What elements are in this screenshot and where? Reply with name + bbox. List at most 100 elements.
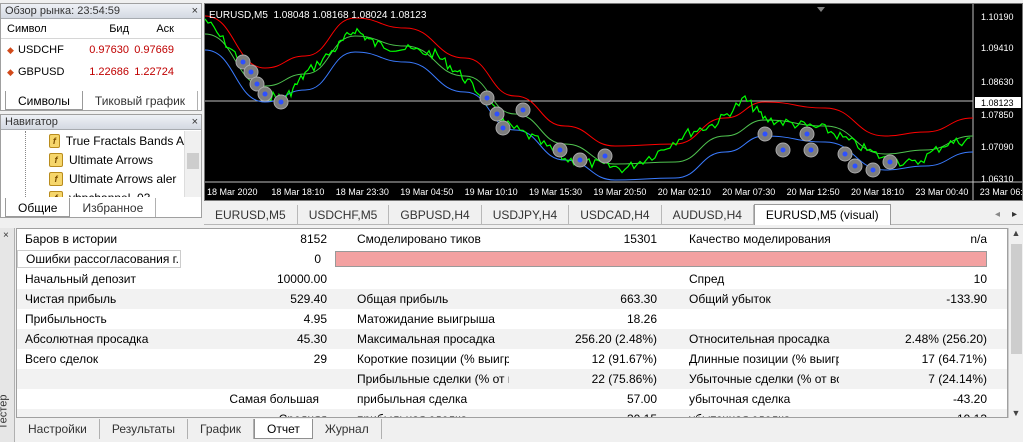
report-cell: 256.20 (2.48%) bbox=[574, 332, 657, 346]
report-cell: 22 (75.86%) bbox=[591, 372, 657, 386]
navigator-item[interactable]: f Ultimate Arrows aler bbox=[1, 169, 184, 188]
price-axis-label: 1.09410 bbox=[981, 43, 1014, 53]
report-scrollbar[interactable]: ▲ ▼ bbox=[1008, 228, 1023, 418]
tab-report[interactable]: Отчет bbox=[254, 419, 313, 439]
trade-marker-icon bbox=[572, 152, 588, 168]
chart-tab[interactable]: AUDUSD,H4 bbox=[662, 204, 754, 225]
chart-tab[interactable]: USDCHF,M5 bbox=[298, 204, 390, 225]
scroll-down-icon[interactable]: ▼ bbox=[1009, 408, 1023, 418]
navigator-item[interactable]: fvbpchannel_03 bbox=[1, 188, 184, 197]
time-axis-label: 20 Mar 07:30 bbox=[722, 187, 775, 197]
market-row[interactable]: ◆ GBPUSD 1.22686 1.22724 bbox=[1, 61, 201, 83]
report-cell: убыточная сделка bbox=[689, 392, 791, 406]
tab-results[interactable]: Результаты bbox=[100, 419, 189, 439]
time-axis-label: 20 Mar 18:10 bbox=[851, 187, 904, 197]
chart-tab[interactable]: GBPUSD,H4 bbox=[389, 204, 482, 225]
report-cell: Баров в истории bbox=[25, 232, 118, 246]
price-axis-label: 1.07090 bbox=[981, 142, 1014, 152]
scroll-thumb[interactable] bbox=[187, 153, 199, 169]
report-cell: n/a bbox=[970, 232, 987, 246]
col-bid[interactable]: Бид bbox=[81, 23, 129, 35]
report-cell: -19.13 bbox=[839, 412, 989, 417]
time-axis-label: 19 Mar 15:30 bbox=[529, 187, 582, 197]
trade-marker-icon bbox=[803, 142, 819, 158]
price-axis-label: 1.08630 bbox=[981, 77, 1014, 87]
chart-tab[interactable]: EURUSD,M5 bbox=[204, 204, 298, 225]
col-symbol[interactable]: Символ bbox=[1, 23, 81, 35]
report-row: Средняяприбыльная сделка30.15убыточная с… bbox=[17, 409, 1007, 417]
close-icon[interactable]: × bbox=[192, 116, 198, 128]
scroll-thumb[interactable] bbox=[1011, 244, 1022, 354]
trade-marker-icon bbox=[865, 162, 881, 178]
down-arrow-icon: ◆ bbox=[7, 67, 14, 77]
chart-canvas[interactable]: 1.10190 1.09410 1.08630 1.08123 1.07850 1.070… bbox=[205, 4, 1023, 201]
down-arrow-icon: ◆ bbox=[7, 45, 14, 55]
report-cell: 0 bbox=[314, 252, 321, 266]
report-cell: Прибыльные сделки (% от всех) bbox=[357, 372, 509, 386]
price-axis-label: 1.07850 bbox=[981, 110, 1014, 120]
trade-marker-icon bbox=[552, 142, 568, 158]
trade-marker-icon bbox=[515, 102, 531, 118]
tab-settings[interactable]: Настройки bbox=[16, 419, 100, 439]
time-axis-label: 18 Mar 2020 bbox=[207, 187, 258, 197]
mismatch-bar bbox=[335, 251, 987, 267]
scroll-left-icon[interactable]: ◂ bbox=[989, 209, 1006, 220]
indicator-icon: f bbox=[49, 152, 63, 167]
report-cell: 529.40 bbox=[290, 292, 327, 306]
report-cell: Относительная просадка bbox=[689, 332, 830, 346]
time-axis-label: 20 Mar 12:50 bbox=[787, 187, 840, 197]
report-row: Абсолютная просадка 45.30 Максимальная про… bbox=[17, 329, 1007, 349]
report-cell: Ошибки рассогласования г... bbox=[17, 250, 181, 268]
scroll-up-icon[interactable]: ▲ bbox=[1009, 228, 1023, 242]
navigator-scrollbar[interactable] bbox=[184, 131, 201, 197]
navigator-item[interactable]: f True Fractals Bands A bbox=[1, 131, 184, 150]
report-cell: Смоделировано тиков bbox=[357, 232, 481, 246]
chart-tab[interactable]: USDJPY,H4 bbox=[482, 204, 570, 225]
report-cell: -43.20 bbox=[952, 392, 987, 406]
report-cell: прибыльная сделка bbox=[357, 392, 468, 406]
report-cell: Общая прибыль bbox=[357, 292, 449, 306]
report-row: Баров в истории 8152 Смоделировано тиков 15… bbox=[17, 229, 1007, 249]
tab-graph[interactable]: График bbox=[188, 419, 255, 439]
close-icon[interactable]: × bbox=[192, 5, 198, 17]
trade-marker-icon bbox=[273, 94, 289, 110]
report-row: Прибыльность 4.95 Матожидание выигрыша 18.2… bbox=[17, 309, 1007, 329]
navigator-tabs: Общие Избранное bbox=[5, 197, 157, 217]
time-axis-label: 18 Mar 18:10 bbox=[271, 187, 324, 197]
report-row: Самая большая прибыльная сделка 57.00 убыто… bbox=[17, 389, 1007, 409]
trade-marker-icon bbox=[882, 154, 898, 170]
price-axis-label: 1.08123 bbox=[981, 98, 1014, 108]
col-ask[interactable]: Аск bbox=[129, 23, 177, 35]
tester-side-tab[interactable]: Тестер × bbox=[0, 228, 15, 442]
trade-marker-icon bbox=[847, 158, 863, 174]
tab-tick-chart[interactable]: Тиковый график bbox=[83, 91, 199, 110]
market-row[interactable]: ◆ USDCHF 0.97630 0.97669 bbox=[1, 39, 201, 61]
time-axis-label: 19 Mar 10:10 bbox=[465, 187, 518, 197]
price-chart[interactable]: 1.10190 1.09410 1.08630 1.08123 1.07850 1.070… bbox=[204, 3, 1023, 201]
report-row: Чистая прибыль 529.40 Общая прибыль 663.30 О… bbox=[17, 289, 1007, 309]
chart-tab[interactable]: USDCAD,H4 bbox=[569, 204, 662, 225]
report-row: Всего сделок 29 Короткие позиции (% выигра… bbox=[17, 349, 1007, 369]
tab-symbols[interactable]: Символы bbox=[5, 91, 83, 110]
tab-favorites[interactable]: Избранное bbox=[70, 198, 157, 217]
navigator-item[interactable]: f Ultimate Arrows bbox=[1, 150, 184, 169]
report-cell: Прибыльность bbox=[25, 312, 107, 326]
close-icon[interactable]: × bbox=[3, 230, 9, 241]
chart-tab-active[interactable]: EURUSD,M5 (visual) bbox=[753, 204, 891, 225]
market-watch-tabs: Символы Тиковый график bbox=[5, 90, 199, 110]
report-row: Начальный депозит 10000.00 Спред 10 bbox=[17, 269, 1007, 289]
report-cell: Короткие позиции (% выигравш... bbox=[357, 352, 509, 366]
report-cell: 18.26 bbox=[626, 312, 657, 326]
time-axis-label: 23 Mar 06:0 bbox=[980, 187, 1023, 197]
tab-general[interactable]: Общие bbox=[5, 198, 71, 217]
report-cell: 45.30 bbox=[296, 332, 327, 346]
tab-journal[interactable]: Журнал bbox=[313, 419, 382, 439]
report-cell: 57.00 bbox=[626, 392, 657, 406]
report-cell: убыточная сделка bbox=[659, 412, 839, 417]
report-cell: Чистая прибыль bbox=[25, 292, 117, 306]
trade-marker-icon bbox=[775, 142, 791, 158]
trade-marker-icon bbox=[597, 148, 613, 164]
report-cell: Самая большая bbox=[229, 392, 319, 406]
scroll-right-icon[interactable]: ▸ bbox=[1006, 209, 1023, 220]
report-cell: Матожидание выигрыша bbox=[357, 312, 495, 326]
